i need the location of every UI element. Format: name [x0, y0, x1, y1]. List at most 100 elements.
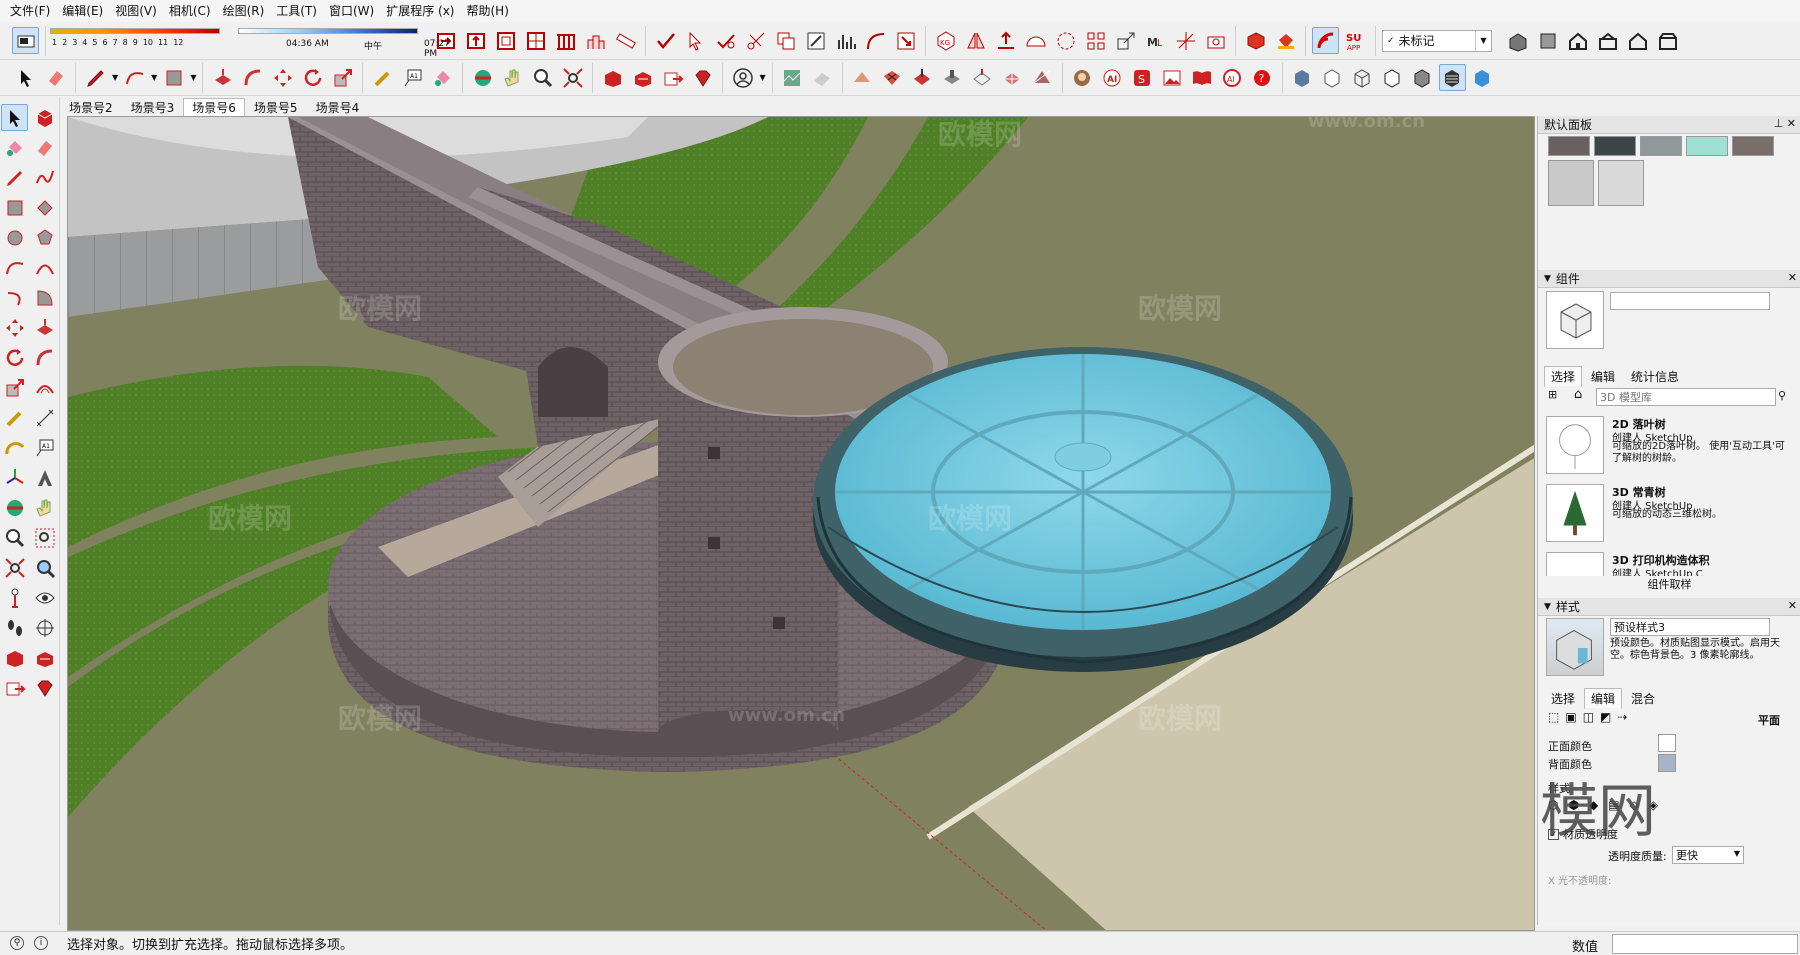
scene-tab-active[interactable]: 场景号6 [183, 98, 245, 117]
close-icon[interactable]: ✕ [1788, 271, 1797, 284]
account-dropdown-chevron-icon[interactable]: ▼ [759, 73, 765, 82]
dash-circle-button[interactable] [1052, 27, 1079, 54]
check-button[interactable] [652, 27, 679, 54]
textured-button[interactable] [1438, 64, 1466, 91]
zoom-tool-left[interactable] [1, 524, 28, 551]
share-tool-left[interactable] [31, 644, 58, 671]
time-slider[interactable] [238, 27, 418, 34]
back-color-swatch[interactable] [1658, 754, 1676, 772]
city-button[interactable] [582, 27, 609, 54]
scissors-button[interactable] [742, 27, 769, 54]
components-header[interactable]: ▼ 组件 ✕ [1538, 270, 1800, 288]
zoom-extents-tool-left[interactable] [1, 554, 28, 581]
orbit-tool-left[interactable] [1, 494, 28, 521]
tab-edit[interactable]: 编辑 [1584, 366, 1622, 387]
text-tool-left[interactable]: A1 [31, 434, 58, 461]
make-component-tool[interactable] [31, 104, 58, 131]
columns-button[interactable] [552, 27, 579, 54]
share-component-button[interactable] [629, 64, 656, 91]
shadow-time-widget[interactable]: 1 2 3 4 5 6 7 8 9 10 11 12 04:36 AM 中午 0… [46, 24, 450, 59]
warehouse-button[interactable] [599, 64, 626, 91]
stamp-button[interactable] [939, 64, 966, 91]
frame-button[interactable] [492, 27, 519, 54]
dimension-tool-left[interactable] [31, 404, 58, 431]
ml-button[interactable]: ML [1142, 27, 1169, 54]
follow-me-tool-left[interactable] [31, 344, 58, 371]
component-list-item[interactable]: 2D 落叶树 创建人 SketchUp 可缩放的2D落叶树。 使用'互动工具'可… [1546, 416, 1788, 480]
xray-style-button[interactable] [1289, 64, 1316, 91]
warehouse-tool-left[interactable] [1, 644, 28, 671]
zoom-window-tool-left[interactable] [31, 524, 58, 551]
upload-tool-left[interactable] [1, 674, 28, 701]
previous-view-tool-left[interactable] [31, 554, 58, 581]
import-button[interactable] [462, 27, 489, 54]
protractor-tool-left[interactable] [1, 434, 28, 461]
polygon-tool-left[interactable] [31, 224, 58, 251]
style-name-field[interactable]: 预设样式3 [1610, 618, 1770, 636]
section-plane-tool-left[interactable] [31, 614, 58, 641]
material-swatch[interactable] [1732, 136, 1774, 156]
eraser-tool-left[interactable] [31, 134, 58, 161]
component-name-field[interactable] [1610, 292, 1770, 310]
tag-dropdown[interactable]: ✓ 未标记 ▼ [1382, 29, 1492, 52]
circle-tool-left[interactable] [1, 224, 28, 251]
book-button[interactable] [1189, 64, 1216, 91]
rotated-rectangle-tool-left[interactable] [31, 194, 58, 221]
pie-tool-left[interactable] [31, 284, 58, 311]
follow-me-tool-button[interactable] [239, 64, 266, 91]
scene-tab[interactable]: 场景号5 [245, 98, 307, 117]
date-slider[interactable] [50, 27, 220, 34]
menu-extensions[interactable]: 扩展程序 (x) [380, 0, 460, 22]
eraser-tool-button[interactable] [42, 64, 69, 91]
help-button[interactable]: ? [1249, 64, 1276, 91]
axes-button[interactable] [1172, 27, 1199, 54]
watermark-settings-icon[interactable]: ◩ [1600, 710, 1611, 724]
menu-edit[interactable]: 编辑(E) [56, 0, 109, 22]
shadows-toggle-button[interactable] [12, 27, 39, 54]
flat-shape-button[interactable] [809, 64, 836, 91]
paint-tool-left[interactable] [1, 134, 28, 161]
ruler-button[interactable] [612, 27, 639, 54]
line-tool-left[interactable] [1, 164, 28, 191]
zoom-extents-button[interactable] [559, 64, 586, 91]
model-viewport[interactable]: 欧模网 www.om.cn 欧模网 欧模网 欧模网 欧模网 欧模网 www.om… [67, 116, 1535, 931]
camera-button[interactable] [1202, 27, 1229, 54]
scene-tab[interactable]: 场景号4 [307, 98, 369, 117]
shaded-button[interactable] [1409, 64, 1436, 91]
wireframe-button[interactable] [1349, 64, 1376, 91]
walk-tool-left[interactable] [1, 614, 28, 641]
material-swatch[interactable] [1594, 136, 1636, 156]
position-camera-tool-left[interactable] [1, 584, 28, 611]
pan-tool-button[interactable] [499, 64, 526, 91]
cursor-plus-button[interactable] [682, 27, 709, 54]
look-around-tool-left[interactable] [31, 584, 58, 611]
tab-select[interactable]: 选择 [1544, 366, 1583, 387]
rectangle-tool-left[interactable] [1, 194, 28, 221]
push-pull-tool-button[interactable] [209, 64, 236, 91]
tab-statistics[interactable]: 统计信息 [1624, 366, 1686, 387]
protractor-button[interactable] [1022, 27, 1049, 54]
offset-tool-left[interactable] [31, 374, 58, 401]
measurements-input[interactable] [1612, 934, 1798, 954]
copy-button[interactable] [772, 27, 799, 54]
ai-button[interactable]: AI [1099, 64, 1126, 91]
monochrome-button[interactable] [1469, 64, 1496, 91]
menu-view[interactable]: 视图(V) [109, 0, 163, 22]
menu-help[interactable]: 帮助(H) [460, 0, 514, 22]
material-swatch[interactable] [1548, 160, 1594, 206]
tab-mix[interactable]: 混合 [1624, 688, 1662, 709]
move-tool-button[interactable] [269, 64, 296, 91]
home-icon[interactable]: ⌂ [1574, 387, 1582, 402]
component-list-item[interactable]: 3D 常青树 创建人 SketchUp 可缩放的动态三维松树。 [1546, 484, 1788, 548]
back-edges-button[interactable] [1319, 64, 1346, 91]
left-view-button[interactable] [1654, 27, 1681, 54]
arc3-tool-left[interactable] [1, 284, 28, 311]
pencil-tool-button[interactable] [82, 64, 109, 91]
arrow-box-button[interactable] [892, 27, 919, 54]
ai-circle-button[interactable]: AI [1219, 64, 1246, 91]
su-app-button[interactable]: SU APP [1342, 27, 1369, 54]
tape-measure-tool-button[interactable] [369, 64, 396, 91]
iso-view-button[interactable] [1504, 27, 1531, 54]
search-icon[interactable]: ⚲ [1778, 389, 1786, 402]
menu-camera[interactable]: 相机(C) [163, 0, 217, 22]
